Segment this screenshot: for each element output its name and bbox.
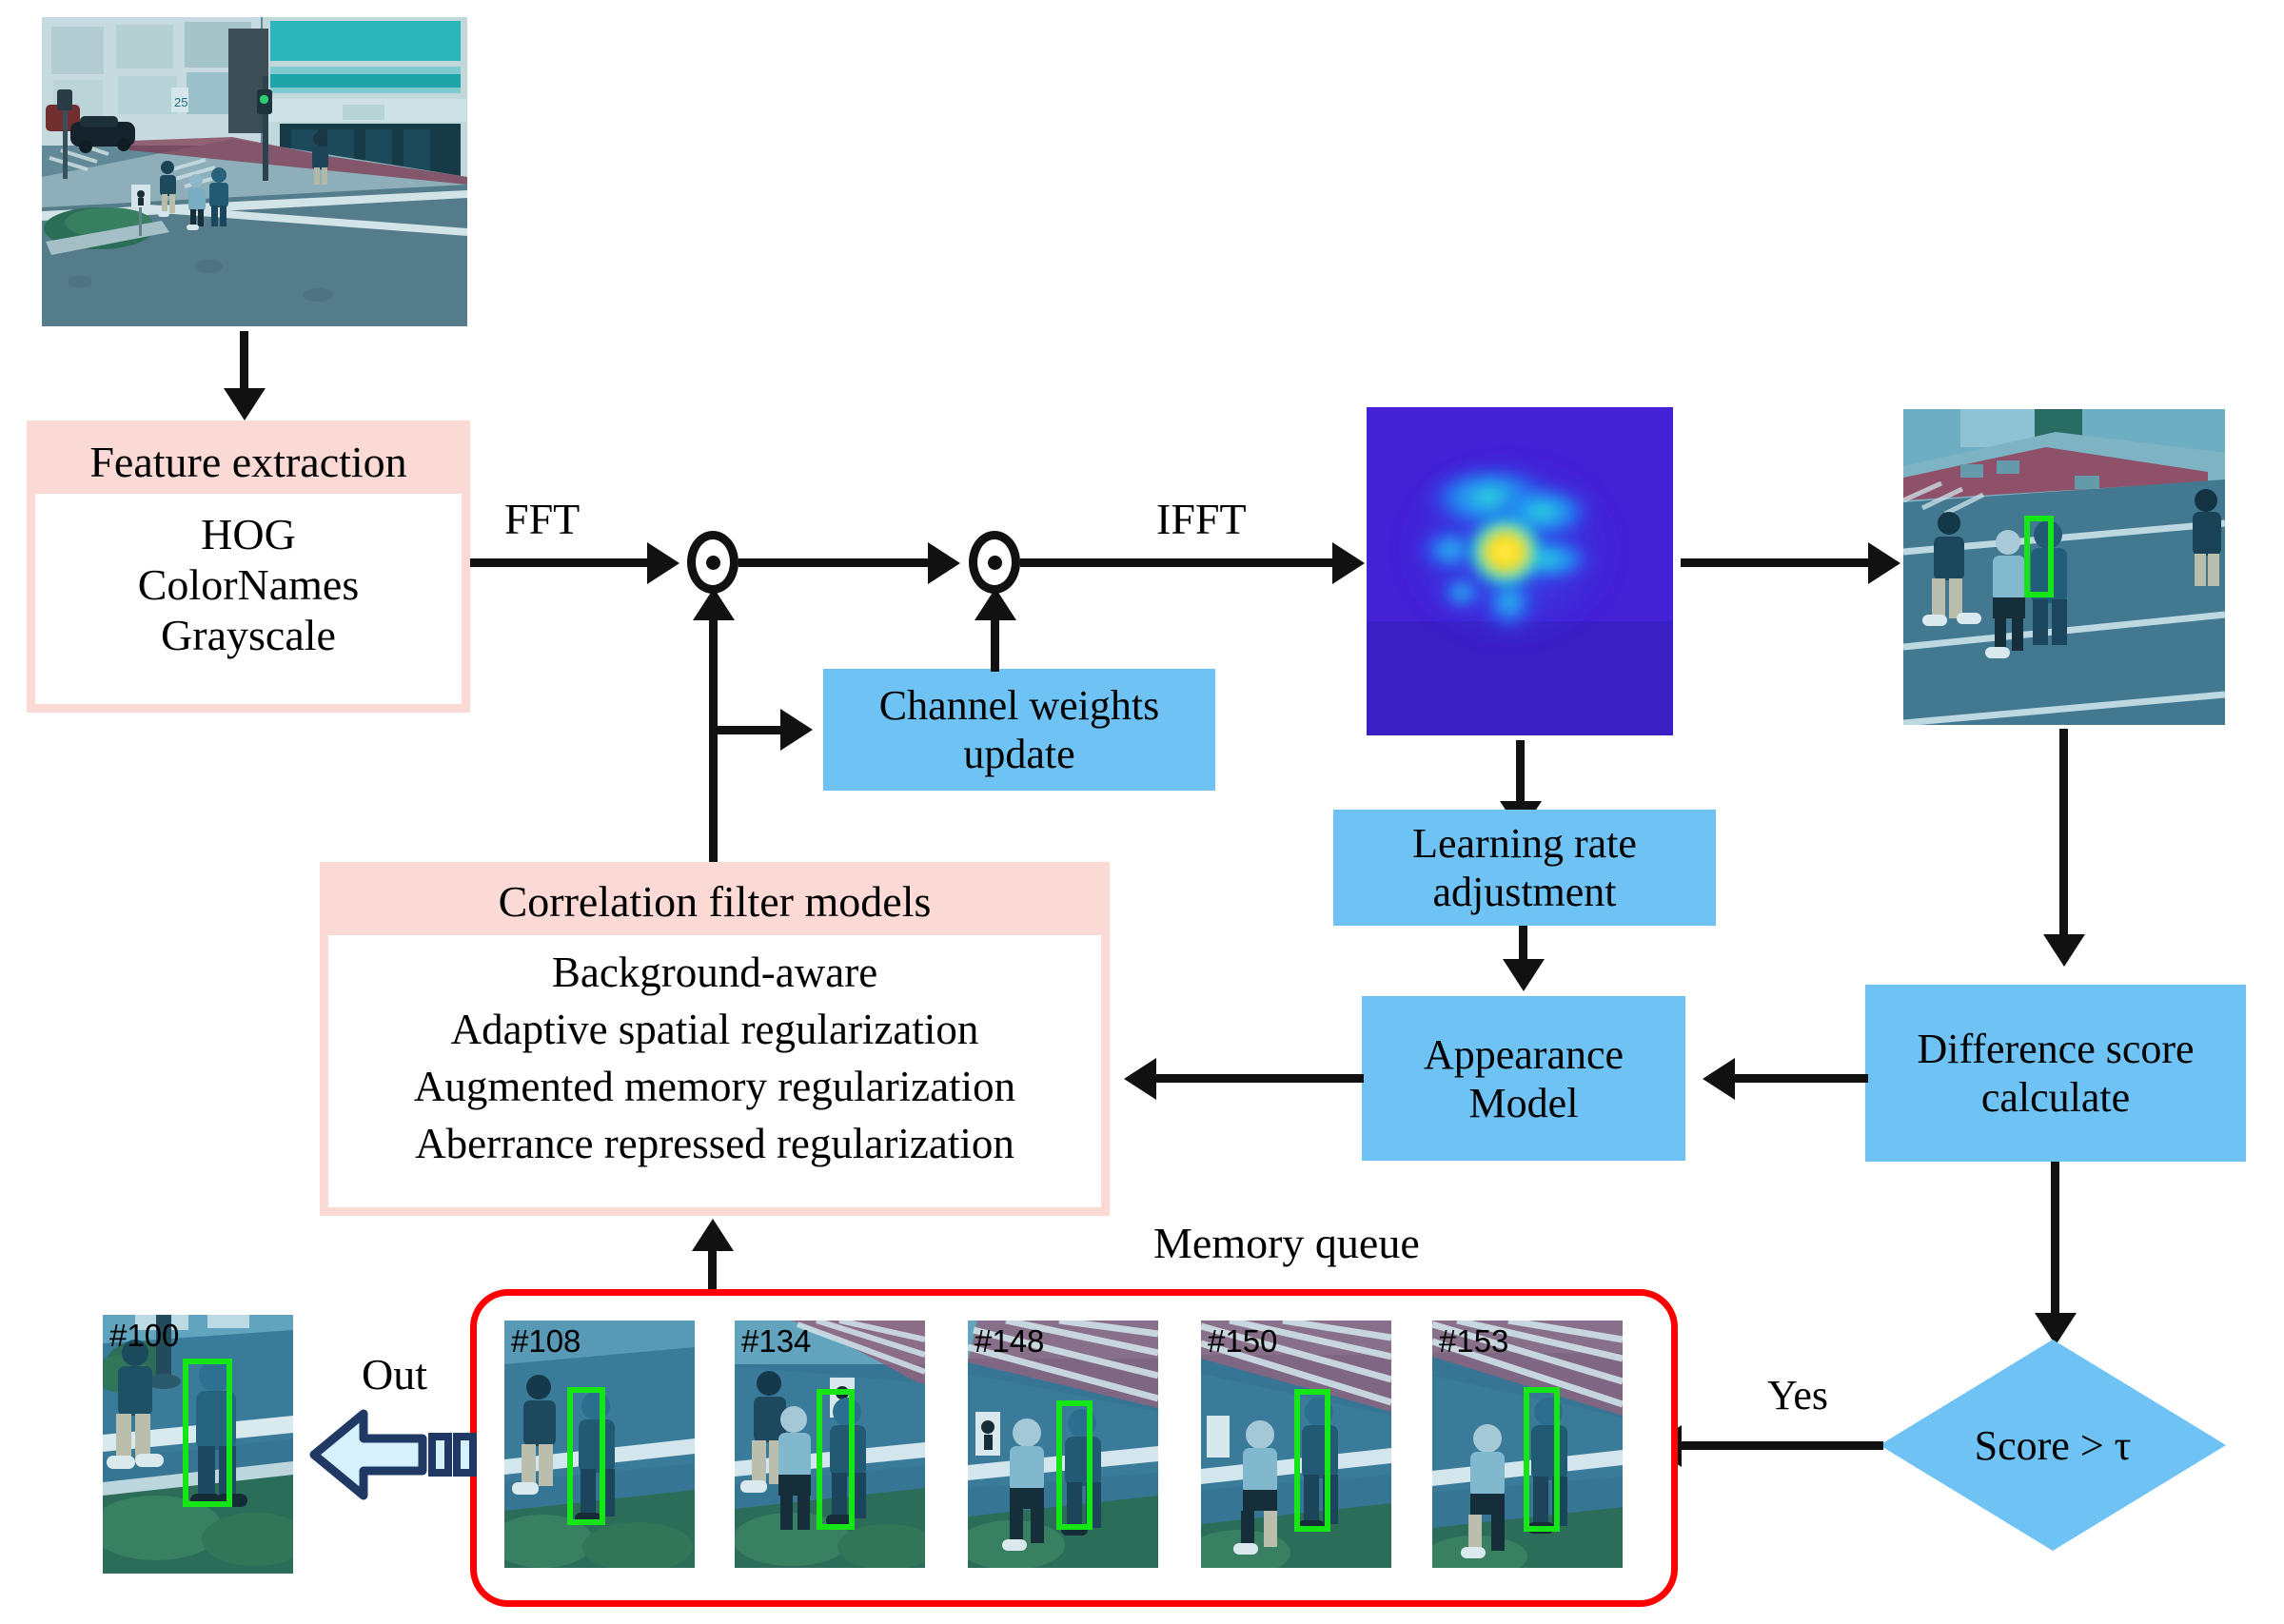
hadamard-operator-2 bbox=[969, 531, 1020, 594]
output-frame-number: #100 bbox=[109, 1318, 180, 1353]
difference-score-line1: Difference score bbox=[1917, 1026, 2195, 1072]
hadamard-operator-1 bbox=[687, 531, 738, 594]
appearance-model-line2: Model bbox=[1468, 1079, 1579, 1126]
channel-weights-line1: Channel weights bbox=[878, 682, 1160, 729]
memory-queue-frame-3[interactable]: #150 bbox=[1201, 1321, 1391, 1568]
tracking-bounding-box bbox=[2024, 516, 2054, 597]
correlation-filter-header: Correlation filter models bbox=[328, 871, 1101, 935]
decision-label: Score > τ bbox=[1974, 1421, 2132, 1469]
learning-rate-line1: Learning rate bbox=[1412, 820, 1637, 867]
arrowhead-branch-to-channel bbox=[780, 709, 813, 751]
difference-score-line2: calculate bbox=[1980, 1074, 2131, 1121]
arrowhead-appearance-to-filter bbox=[1124, 1058, 1156, 1100]
connector-difference-to-appearance bbox=[1735, 1074, 1868, 1083]
channel-weights-update-box[interactable]: Channel weights update bbox=[823, 669, 1215, 791]
filter-item-aberrance-repressed: Aberrance repressed regularization bbox=[415, 1119, 1014, 1167]
memory-frame-bbox bbox=[817, 1389, 855, 1530]
connector-input-to-feature bbox=[240, 331, 248, 394]
connector-response-to-tracking bbox=[1681, 558, 1875, 567]
memory-frame-number: #134 bbox=[741, 1323, 812, 1359]
memory-frame-bbox bbox=[1524, 1387, 1560, 1532]
correlation-filter-models-box: Correlation filter models Background-awa… bbox=[320, 862, 1110, 1216]
arrowhead-op1-to-op2 bbox=[928, 542, 960, 584]
connector-tracking-to-difference bbox=[2059, 729, 2068, 940]
memory-queue-frame-2[interactable]: #148 bbox=[968, 1321, 1158, 1568]
appearance-model-box[interactable]: Appearance Model bbox=[1362, 996, 1685, 1161]
arrowhead-learning-to-appearance bbox=[1503, 959, 1545, 991]
channel-weights-line2: update bbox=[963, 731, 1075, 777]
filter-item-augmented-memory: Augmented memory regularization bbox=[413, 1062, 1016, 1110]
memory-frame-bbox bbox=[1056, 1400, 1093, 1530]
arrowhead-filter-to-op1 bbox=[693, 588, 735, 620]
memory-queue-frame-4[interactable]: #153 bbox=[1432, 1321, 1623, 1568]
label-out: Out bbox=[362, 1350, 427, 1399]
out-block-arrow bbox=[308, 1408, 480, 1501]
connector-decision-to-memoryqueue bbox=[1682, 1441, 1883, 1450]
memory-frame-number: #148 bbox=[975, 1323, 1045, 1359]
appearance-model-line1: Appearance bbox=[1423, 1030, 1624, 1078]
input-video-frame: 25 bbox=[42, 17, 467, 326]
feature-item-colornames: ColorNames bbox=[137, 560, 360, 609]
connector-appearance-to-filter bbox=[1156, 1074, 1364, 1083]
connector-op2-to-response bbox=[1020, 558, 1339, 567]
memory-queue-frame-1[interactable]: #134 bbox=[735, 1321, 925, 1568]
arrowhead-input-to-feature bbox=[224, 388, 266, 421]
feature-item-grayscale: Grayscale bbox=[161, 611, 336, 659]
arrowhead-memoryqueue-to-filter bbox=[692, 1219, 734, 1251]
memory-frame-number: #153 bbox=[1439, 1323, 1509, 1359]
correlation-response-heatmap bbox=[1367, 407, 1673, 735]
label-fft: FFT bbox=[504, 495, 581, 543]
output-bounding-box bbox=[183, 1359, 232, 1507]
feature-extraction-box: Feature extraction HOG ColorNames Graysc… bbox=[27, 421, 470, 713]
connector-feature-to-op1 bbox=[470, 558, 653, 567]
connector-filter-to-op1 bbox=[709, 616, 718, 862]
connector-op1-to-op2 bbox=[738, 558, 934, 567]
feature-extraction-header: Feature extraction bbox=[35, 429, 462, 494]
feature-item-hog: HOG bbox=[201, 510, 296, 558]
arrowhead-channel-to-op2 bbox=[975, 588, 1016, 620]
arrowhead-response-to-tracking bbox=[1868, 542, 1900, 584]
memory-frame-number: #108 bbox=[511, 1323, 581, 1359]
learning-rate-line2: adjustment bbox=[1432, 869, 1617, 915]
label-ifft: IFFT bbox=[1156, 495, 1247, 543]
label-yes: Yes bbox=[1767, 1372, 1829, 1419]
memory-queue-label: Memory queue bbox=[1153, 1219, 1420, 1267]
connector-difference-to-decision bbox=[2051, 1162, 2059, 1319]
score-threshold-decision[interactable]: Score > τ bbox=[1880, 1340, 2226, 1551]
arrowhead-tracking-to-difference bbox=[2043, 934, 2085, 967]
connector-filter-branch-to-channel bbox=[709, 726, 783, 734]
difference-score-calculate-box[interactable]: Difference score calculate bbox=[1865, 985, 2246, 1162]
memory-frame-number: #150 bbox=[1208, 1323, 1278, 1359]
connector-channel-to-op2 bbox=[991, 616, 999, 672]
memory-frame-bbox bbox=[1294, 1389, 1330, 1532]
memory-queue-frame-0[interactable]: #108 bbox=[504, 1321, 695, 1568]
feature-extraction-items: HOG ColorNames Grayscale bbox=[35, 494, 462, 660]
connector-response-to-learning bbox=[1516, 740, 1525, 809]
arrowhead-difference-to-appearance bbox=[1703, 1058, 1735, 1100]
correlation-filter-items: Background-aware Adaptive spatial regula… bbox=[328, 935, 1101, 1172]
tracking-result-frame bbox=[1903, 409, 2225, 725]
arrowhead-op2-to-response bbox=[1332, 542, 1365, 584]
filter-item-adaptive-spatial: Adaptive spatial regularization bbox=[450, 1005, 979, 1053]
learning-rate-adjustment-box[interactable]: Learning rate adjustment bbox=[1333, 810, 1716, 926]
memory-frame-bbox bbox=[567, 1387, 605, 1525]
connector-learning-to-appearance bbox=[1519, 926, 1527, 964]
filter-item-background-aware: Background-aware bbox=[551, 949, 878, 996]
arrowhead-feature-to-op1 bbox=[647, 542, 679, 584]
output-frame: #100 bbox=[103, 1315, 293, 1574]
